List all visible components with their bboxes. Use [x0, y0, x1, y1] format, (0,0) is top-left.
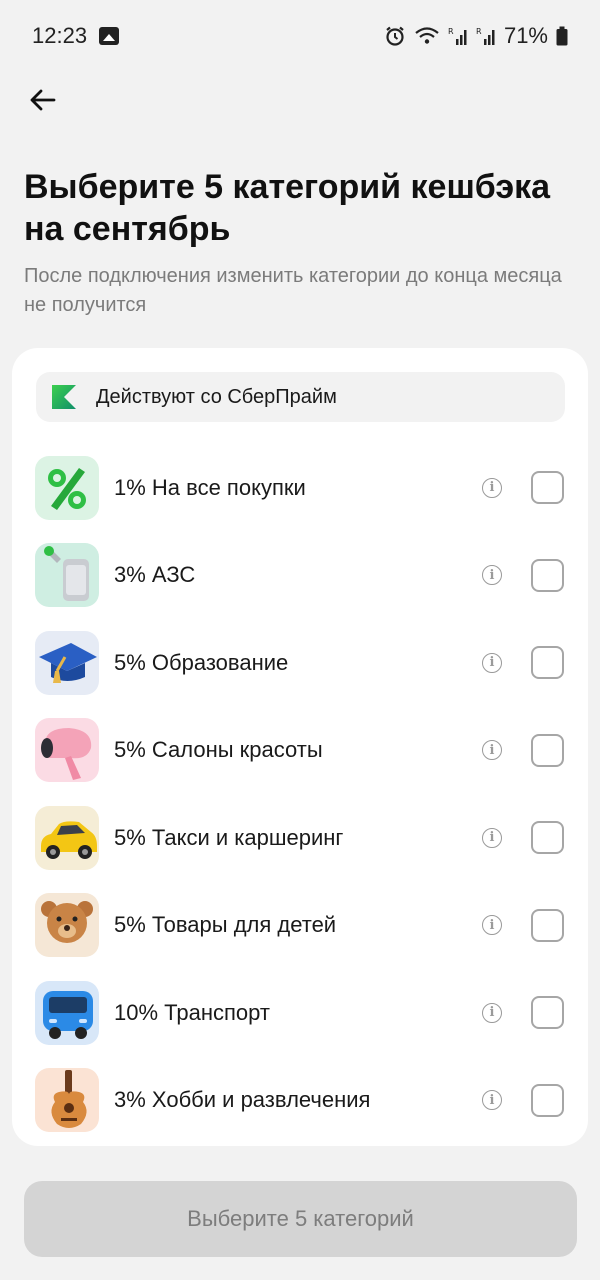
fuel-canister-icon	[35, 543, 99, 608]
signal-icon: R	[448, 27, 467, 45]
category-label: 3% Хобби и развлечения	[114, 1087, 371, 1113]
category-label: 5% Образование	[114, 649, 289, 675]
sberprime-banner: Действуют со СберПрайм	[36, 372, 565, 422]
percent-icon	[35, 455, 99, 520]
category-label: 5% Товары для детей	[114, 912, 337, 938]
category-checkbox[interactable]	[531, 646, 564, 680]
category-checkbox[interactable]	[531, 733, 564, 767]
sberprime-label: Действуют со СберПрайм	[96, 385, 337, 408]
category-row[interactable]: 5% Салоны красоты i	[12, 707, 588, 795]
category-checkbox[interactable]	[531, 558, 564, 592]
categories-card: Действуют со СберПрайм 1% На все покупки…	[12, 348, 588, 1146]
back-button[interactable]	[22, 80, 62, 120]
arrow-left-icon	[30, 89, 56, 111]
category-label: 5% Такси и каршеринг	[114, 824, 344, 850]
category-row[interactable]: 1% На все покупки i	[12, 444, 588, 532]
category-row[interactable]: 10% Транспорт i	[12, 969, 588, 1057]
battery-percent: 71%	[503, 23, 548, 48]
category-list: 1% На все покупки i 3% АЗС i 5% Образова…	[12, 444, 588, 1144]
graduation-cap-icon	[35, 630, 99, 695]
alarm-icon	[386, 26, 404, 46]
category-label: 1% На все покупки	[114, 474, 306, 500]
svg-text:R: R	[476, 27, 482, 36]
category-label: 5% Салоны красоты	[114, 737, 323, 763]
battery-icon	[556, 26, 568, 46]
category-row[interactable]: 5% Образование i	[12, 619, 588, 707]
category-checkbox[interactable]	[531, 996, 564, 1030]
sberprime-logo-icon	[52, 385, 76, 409]
page-subtitle: После подключения изменить категории до …	[24, 265, 562, 316]
select-categories-button[interactable]: Выберите 5 категорий	[24, 1181, 577, 1257]
info-icon[interactable]: i	[482, 652, 502, 673]
category-row[interactable]: 5% Товары для детей i	[12, 882, 588, 970]
bus-icon	[35, 980, 99, 1045]
info-icon[interactable]: i	[482, 827, 502, 848]
svg-text:R: R	[448, 27, 454, 36]
wifi-icon	[415, 27, 439, 44]
signal-icon-2: R	[476, 27, 495, 45]
taxi-car-icon	[35, 805, 99, 870]
image-notification-icon	[99, 27, 120, 45]
category-row[interactable]: 5% Такси и каршеринг i	[12, 794, 588, 882]
category-checkbox[interactable]	[531, 908, 564, 942]
category-row[interactable]: 3% Хобби и развлечения i	[12, 1057, 588, 1145]
category-row[interactable]: 3% АЗС i	[12, 532, 588, 620]
guitar-icon	[35, 1068, 99, 1133]
info-icon[interactable]: i	[482, 1002, 502, 1023]
hair-dryer-icon	[35, 718, 99, 783]
clock: 12:23	[32, 23, 88, 48]
category-checkbox[interactable]	[531, 1083, 564, 1117]
category-label: 3% АЗС	[114, 562, 196, 588]
category-checkbox[interactable]	[531, 471, 564, 505]
info-icon[interactable]: i	[482, 477, 502, 498]
status-bar: 12:23 R R 71%	[0, 0, 600, 72]
status-left: 12:23	[32, 23, 120, 49]
category-checkbox[interactable]	[531, 821, 564, 855]
category-label: 10% Транспорт	[114, 999, 270, 1025]
status-right: R R 71%	[384, 23, 568, 49]
page-title: Выберите 5 категорий кешбэка на сентябрь	[24, 168, 551, 248]
teddy-bear-icon	[35, 893, 99, 958]
